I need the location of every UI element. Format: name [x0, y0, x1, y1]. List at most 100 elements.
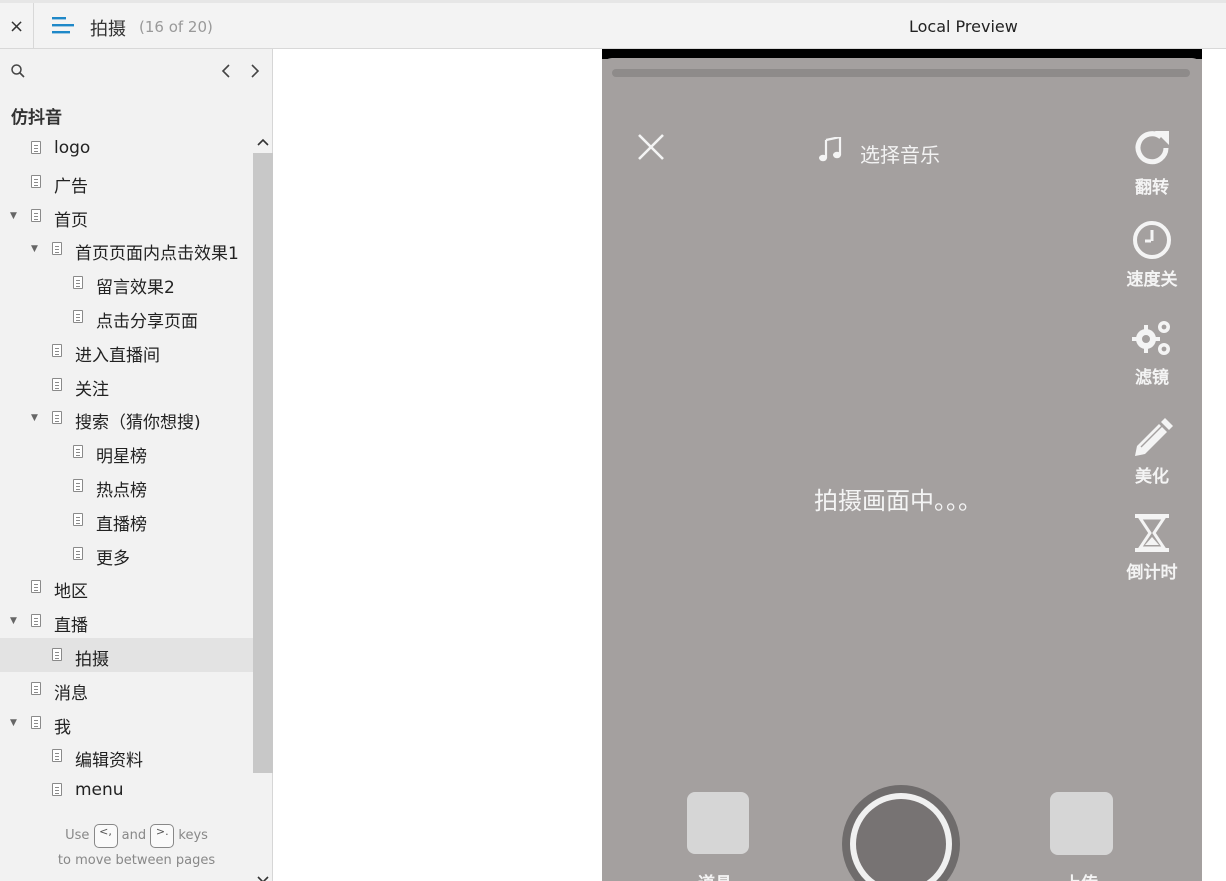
sidebar-item-label: 首页页面内点击效果1: [75, 244, 239, 265]
search-icon[interactable]: [10, 63, 26, 79]
sidebar-item[interactable]: ▼ 搜索（猜你想搜): [0, 401, 253, 435]
preview-title: Local Preview: [909, 17, 1018, 36]
hint-use: Use: [65, 828, 90, 843]
page-icon: [52, 343, 62, 357]
filter-label: 滤镜: [1135, 368, 1169, 388]
page-icon: [31, 580, 41, 594]
countdown-label: 倒计时: [1126, 563, 1178, 583]
sidebar-item[interactable]: ▼ 直播: [0, 604, 253, 638]
sidebar-item-label: 广告: [54, 176, 88, 197]
sidebar-item[interactable]: 广告: [0, 165, 253, 199]
chevron-right-icon: [251, 64, 260, 78]
filter-button[interactable]: 滤镜: [1117, 317, 1187, 388]
sidebar-item[interactable]: 编辑资料: [0, 739, 253, 773]
page-icon: [52, 749, 62, 763]
top-bar: × 拍摄 (16 of 20) Local Preview: [0, 0, 1226, 49]
clock-icon: [1133, 221, 1171, 259]
page-icon: [73, 445, 83, 459]
sidebar-item-label: 编辑资料: [75, 751, 143, 772]
sidebar-item[interactable]: ▼ 我: [0, 706, 253, 740]
sidebar-item-label: logo: [54, 138, 91, 158]
sidebar-item[interactable]: 留言效果2: [0, 266, 253, 300]
flip-button[interactable]: 翻转: [1117, 127, 1187, 198]
sidebar-item[interactable]: 点击分享页面: [0, 300, 253, 334]
sidebar-item[interactable]: 直播榜: [0, 503, 253, 537]
hourglass-icon: [1135, 514, 1169, 552]
sidebar-item-label: 消息: [54, 683, 88, 704]
sidebar-item[interactable]: logo: [0, 131, 253, 165]
camera-placeholder-text: 拍摄画面中。。。: [602, 481, 1202, 516]
scroll-thumb[interactable]: [253, 153, 273, 773]
refresh-icon: [1135, 131, 1169, 165]
scroll-up-button[interactable]: [253, 133, 273, 151]
sidebar-toggle-button[interactable]: [51, 14, 75, 38]
sidebar-item-label: 留言效果2: [96, 278, 175, 299]
next-page-button[interactable]: [246, 61, 264, 81]
sidebar-item[interactable]: 地区: [0, 570, 253, 604]
sidebar-item-label: 关注: [75, 379, 109, 400]
sidebar-item[interactable]: ▼ 首页页面内点击效果1: [0, 232, 253, 266]
hint-and: and: [121, 828, 147, 843]
sidebar-item-label: 我: [54, 717, 71, 738]
sidebar-item-label: 直播: [54, 616, 88, 637]
props-label: 道具: [698, 869, 732, 881]
close-button[interactable]: ×: [0, 3, 34, 49]
page-icon: [73, 512, 83, 526]
speed-button[interactable]: 速度关: [1117, 219, 1187, 290]
chevron-up-icon: [257, 138, 269, 146]
sidebar-item-label: 首页: [54, 210, 88, 231]
list-menu-icon: [52, 17, 74, 34]
sidebar-item[interactable]: 热点榜: [0, 469, 253, 503]
record-button[interactable]: [842, 785, 960, 881]
choose-music-label[interactable]: 选择音乐: [860, 139, 940, 168]
sidebar-item-label: 进入直播间: [75, 345, 160, 366]
prev-key-badge: <,: [93, 823, 118, 848]
project-title: 仿抖音: [11, 108, 62, 128]
sidebar-scrollbar[interactable]: [253, 131, 273, 881]
record-button-ring: [850, 793, 952, 881]
page-tree: logo 广告 ▼ 首页 ▼ 首页页面内点击效果1 留言效果2 点击分享页面进入直播间关注 ▼ 搜…: [0, 131, 253, 821]
page-icon: [31, 681, 41, 695]
gears-icon: [1132, 321, 1170, 355]
hint-line2: to move between pages: [57, 853, 216, 868]
expand-toggle-icon[interactable]: ▼: [31, 244, 41, 254]
page-icon: [31, 614, 41, 628]
sidebar-item[interactable]: 更多: [0, 537, 253, 571]
record-button-core: [856, 799, 946, 881]
sidebar-item[interactable]: 进入直播间: [0, 334, 253, 368]
page-icon: [73, 479, 83, 492]
upload-button[interactable]: [1050, 792, 1113, 855]
beauty-button[interactable]: 美化: [1117, 416, 1187, 487]
page-count: (16 of 20): [139, 18, 213, 36]
expand-toggle-icon[interactable]: ▼: [10, 211, 20, 221]
expand-toggle-icon[interactable]: ▼: [10, 718, 20, 728]
countdown-button[interactable]: 倒计时: [1117, 512, 1187, 583]
sidebar-item[interactable]: 拍摄: [0, 638, 253, 672]
sidebar: 仿抖音 logo 广告 ▼ 首页 ▼ 首页页面内点击效果1 留言效果2 点击分享页面进入直播间…: [0, 49, 273, 881]
page-icon: [52, 242, 62, 256]
sidebar-item[interactable]: 消息: [0, 672, 253, 706]
expand-toggle-icon[interactable]: ▼: [10, 616, 20, 626]
close-camera-icon[interactable]: [636, 132, 666, 162]
sidebar-item[interactable]: menu: [0, 773, 253, 807]
sidebar-item-label: 直播榜: [96, 514, 147, 535]
page-icon: [31, 141, 41, 154]
app-window: × 拍摄 (16 of 20) Local Preview 仿抖音 logo 广…: [0, 0, 1226, 881]
sidebar-item-label: 明星榜: [96, 447, 147, 468]
sidebar-item[interactable]: 关注: [0, 368, 253, 402]
page-icon: [73, 546, 83, 560]
expand-toggle-icon[interactable]: ▼: [31, 413, 41, 423]
flip-label: 翻转: [1135, 178, 1169, 198]
sidebar-item[interactable]: ▼ 首页: [0, 199, 253, 233]
record-progress-bar: [612, 69, 1190, 77]
prev-page-button[interactable]: [217, 61, 235, 81]
sidebar-item[interactable]: 明星榜: [0, 435, 253, 469]
speed-label: 速度关: [1126, 270, 1178, 290]
props-button[interactable]: [687, 792, 749, 854]
pencil-icon: [1135, 418, 1173, 456]
close-icon: ×: [8, 15, 25, 37]
sidebar-item-label: menu: [75, 780, 124, 801]
page-icon: [52, 411, 62, 425]
music-note-icon[interactable]: [818, 137, 842, 163]
page-icon: [52, 783, 62, 797]
